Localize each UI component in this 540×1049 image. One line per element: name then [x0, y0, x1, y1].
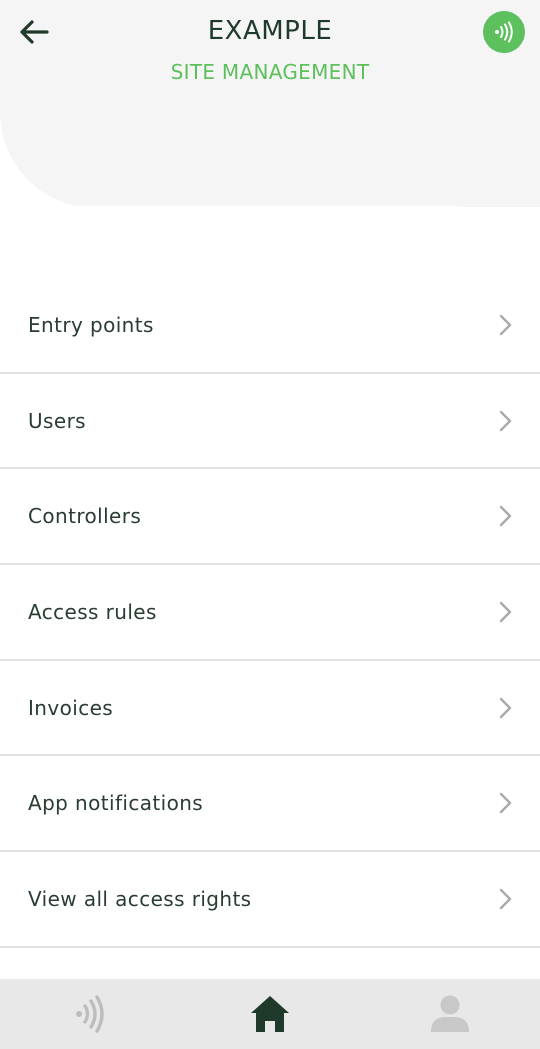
nav-profile-button[interactable] — [400, 979, 500, 1049]
home-icon — [251, 996, 289, 1032]
chevron-right-icon — [499, 314, 512, 336]
page-subtitle: SITE MANAGEMENT — [170, 60, 370, 84]
header-curve-strip — [96, 112, 540, 207]
menu-item-app-notifications[interactable]: App notifications — [0, 756, 540, 853]
nav-nfc-button[interactable] — [40, 979, 140, 1049]
nav-home-button[interactable] — [220, 979, 320, 1049]
menu-item-label: Invoices — [28, 695, 114, 720]
nfc-button[interactable] — [483, 11, 525, 53]
page-title: EXAMPLE — [207, 16, 333, 46]
menu-item-label: Access rules — [28, 599, 157, 624]
menu-item-users[interactable]: Users — [0, 374, 540, 470]
chevron-right-icon — [499, 888, 512, 910]
chevron-right-icon — [499, 506, 512, 527]
menu-item-label: View all access rights — [28, 886, 252, 911]
menu-list: Entry points Users Controllers Access ru… — [0, 278, 540, 948]
menu-item-invoices[interactable]: Invoices — [0, 661, 540, 757]
menu-item-label: Users — [28, 408, 87, 433]
menu-item-label: Entry points — [28, 312, 154, 337]
menu-item-label: Controllers — [28, 504, 142, 529]
nfc-signal-icon — [76, 995, 104, 1033]
nfc-signal-icon — [495, 21, 513, 43]
profile-icon — [431, 995, 469, 1032]
chevron-right-icon — [499, 793, 512, 814]
menu-item-entry-points[interactable]: Entry points — [0, 278, 540, 374]
bottom-navigation — [0, 979, 540, 1049]
menu-item-access-rules[interactable]: Access rules — [0, 565, 540, 661]
menu-item-label: App notifications — [28, 791, 204, 816]
chevron-right-icon — [499, 697, 512, 718]
chevron-right-icon — [499, 410, 512, 431]
menu-item-view-all-access-rights[interactable]: View all access rights — [0, 852, 540, 948]
chevron-right-icon — [499, 601, 512, 623]
header-curve-left — [0, 112, 96, 208]
menu-item-controllers[interactable]: Controllers — [0, 469, 540, 566]
